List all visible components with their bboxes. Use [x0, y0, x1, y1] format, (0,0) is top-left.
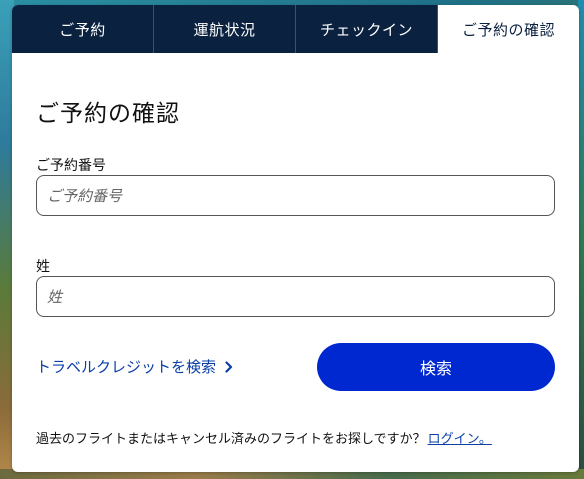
reservation-number-label: ご予約番号	[36, 158, 106, 174]
travel-credit-link-label: トラベルクレジットを検索	[36, 358, 217, 376]
reservation-number-input[interactable]	[36, 175, 555, 216]
travel-credit-link[interactable]: トラベルクレジットを検索	[36, 356, 235, 377]
past-flights-question: 過去のフライトまたはキャンセル済みのフライトをお探しですか？	[36, 432, 426, 447]
past-flights-note: 過去のフライトまたはキャンセル済みのフライトをお探しですか？ ログイン。	[36, 428, 492, 447]
tab-check-in[interactable]: チェックイン	[296, 5, 438, 53]
search-button[interactable]: 検索	[317, 343, 555, 391]
tab-manage-booking[interactable]: ご予約の確認	[438, 5, 579, 53]
tab-bar: ご予約 運航状況 チェックイン ご予約の確認	[12, 5, 579, 53]
last-name-label: 姓	[36, 259, 50, 275]
chevron-right-icon	[225, 360, 233, 373]
tab-flight-status[interactable]: 運航状況	[154, 5, 296, 53]
page-title: ご予約の確認	[36, 101, 180, 127]
tab-booking[interactable]: ご予約	[12, 5, 154, 53]
login-link[interactable]: ログイン。	[428, 432, 492, 447]
booking-widget: ご予約 運航状況 チェックイン ご予約の確認 ご予約の確認 ご予約番号 姓 トラ…	[12, 5, 579, 472]
last-name-input[interactable]	[36, 276, 555, 317]
